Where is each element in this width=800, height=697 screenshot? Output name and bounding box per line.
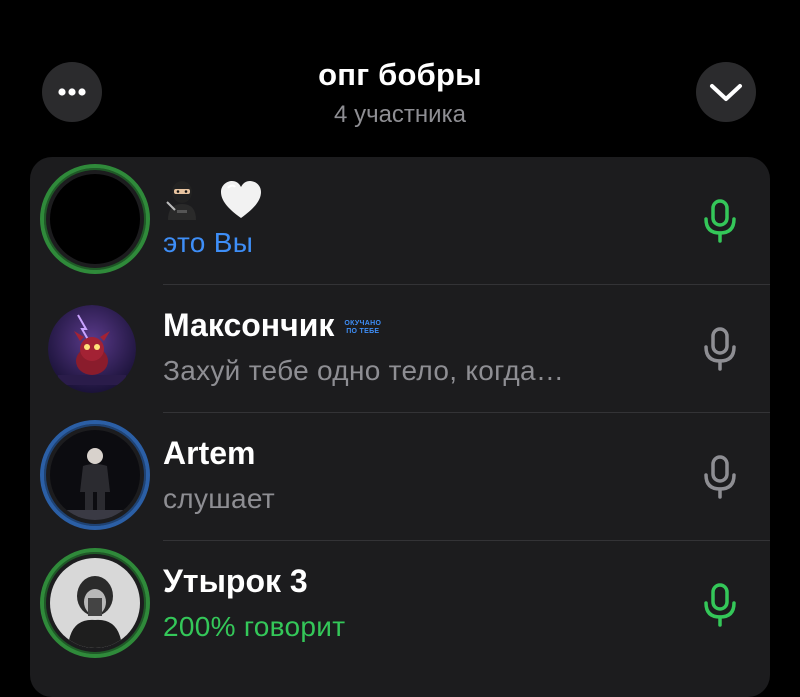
badge-line-2: ПО ТЕБЕ <box>346 327 380 335</box>
participant-name-text: Максончик <box>163 307 335 343</box>
participant-status: это Вы <box>163 227 254 258</box>
avatar <box>40 164 150 274</box>
microphone-muted-icon[interactable] <box>700 327 740 371</box>
participant-badge: ОКУЧАНО ПО ТЕБЕ <box>344 320 381 336</box>
microphone-active-icon[interactable] <box>700 583 740 627</box>
microphone-muted-icon[interactable] <box>700 455 740 499</box>
participant-row[interactable]: Artem слушает <box>30 413 770 541</box>
avatar-image <box>48 305 136 393</box>
avatar-image <box>50 558 140 648</box>
participant-row[interactable]: Максончик ОКУЧАНО ПО ТЕБЕ Захуй тебе одно … <box>30 285 770 413</box>
white-heart-emoji-icon <box>221 180 261 218</box>
participant-name: Artem <box>163 435 256 471</box>
participant-status: Захуй тебе одно тело, когда… <box>163 355 565 386</box>
participant-status: 200% говорит <box>163 611 346 642</box>
participant-name-emojis <box>163 179 263 220</box>
avatar-image <box>50 430 140 520</box>
badge-line-1: ОКУЧАНО <box>344 319 382 327</box>
microphone-active-icon[interactable] <box>700 199 740 243</box>
participants-list: это Вы Максончик ОКУЧАНО ПО ТЕБЕ Захуй т… <box>30 157 770 697</box>
chevron-down-icon <box>710 84 742 101</box>
group-title: опг бобры <box>318 57 482 92</box>
participant-name: Утырок 3 <box>163 563 308 599</box>
participant-row-self[interactable]: это Вы <box>30 157 770 285</box>
collapse-button[interactable] <box>696 62 756 122</box>
call-header: опг бобры 4 участника <box>0 0 800 150</box>
avatar <box>48 305 136 393</box>
participant-row[interactable]: Утырок 3 200% говорит <box>30 541 770 669</box>
avatar <box>40 548 150 658</box>
participant-status: слушает <box>163 483 275 514</box>
participant-name: Максончик ОКУЧАНО ПО ТЕБЕ <box>163 307 381 344</box>
ninja-emoji-icon <box>166 180 196 220</box>
avatar <box>40 420 150 530</box>
participant-count: 4 участника <box>334 101 466 128</box>
